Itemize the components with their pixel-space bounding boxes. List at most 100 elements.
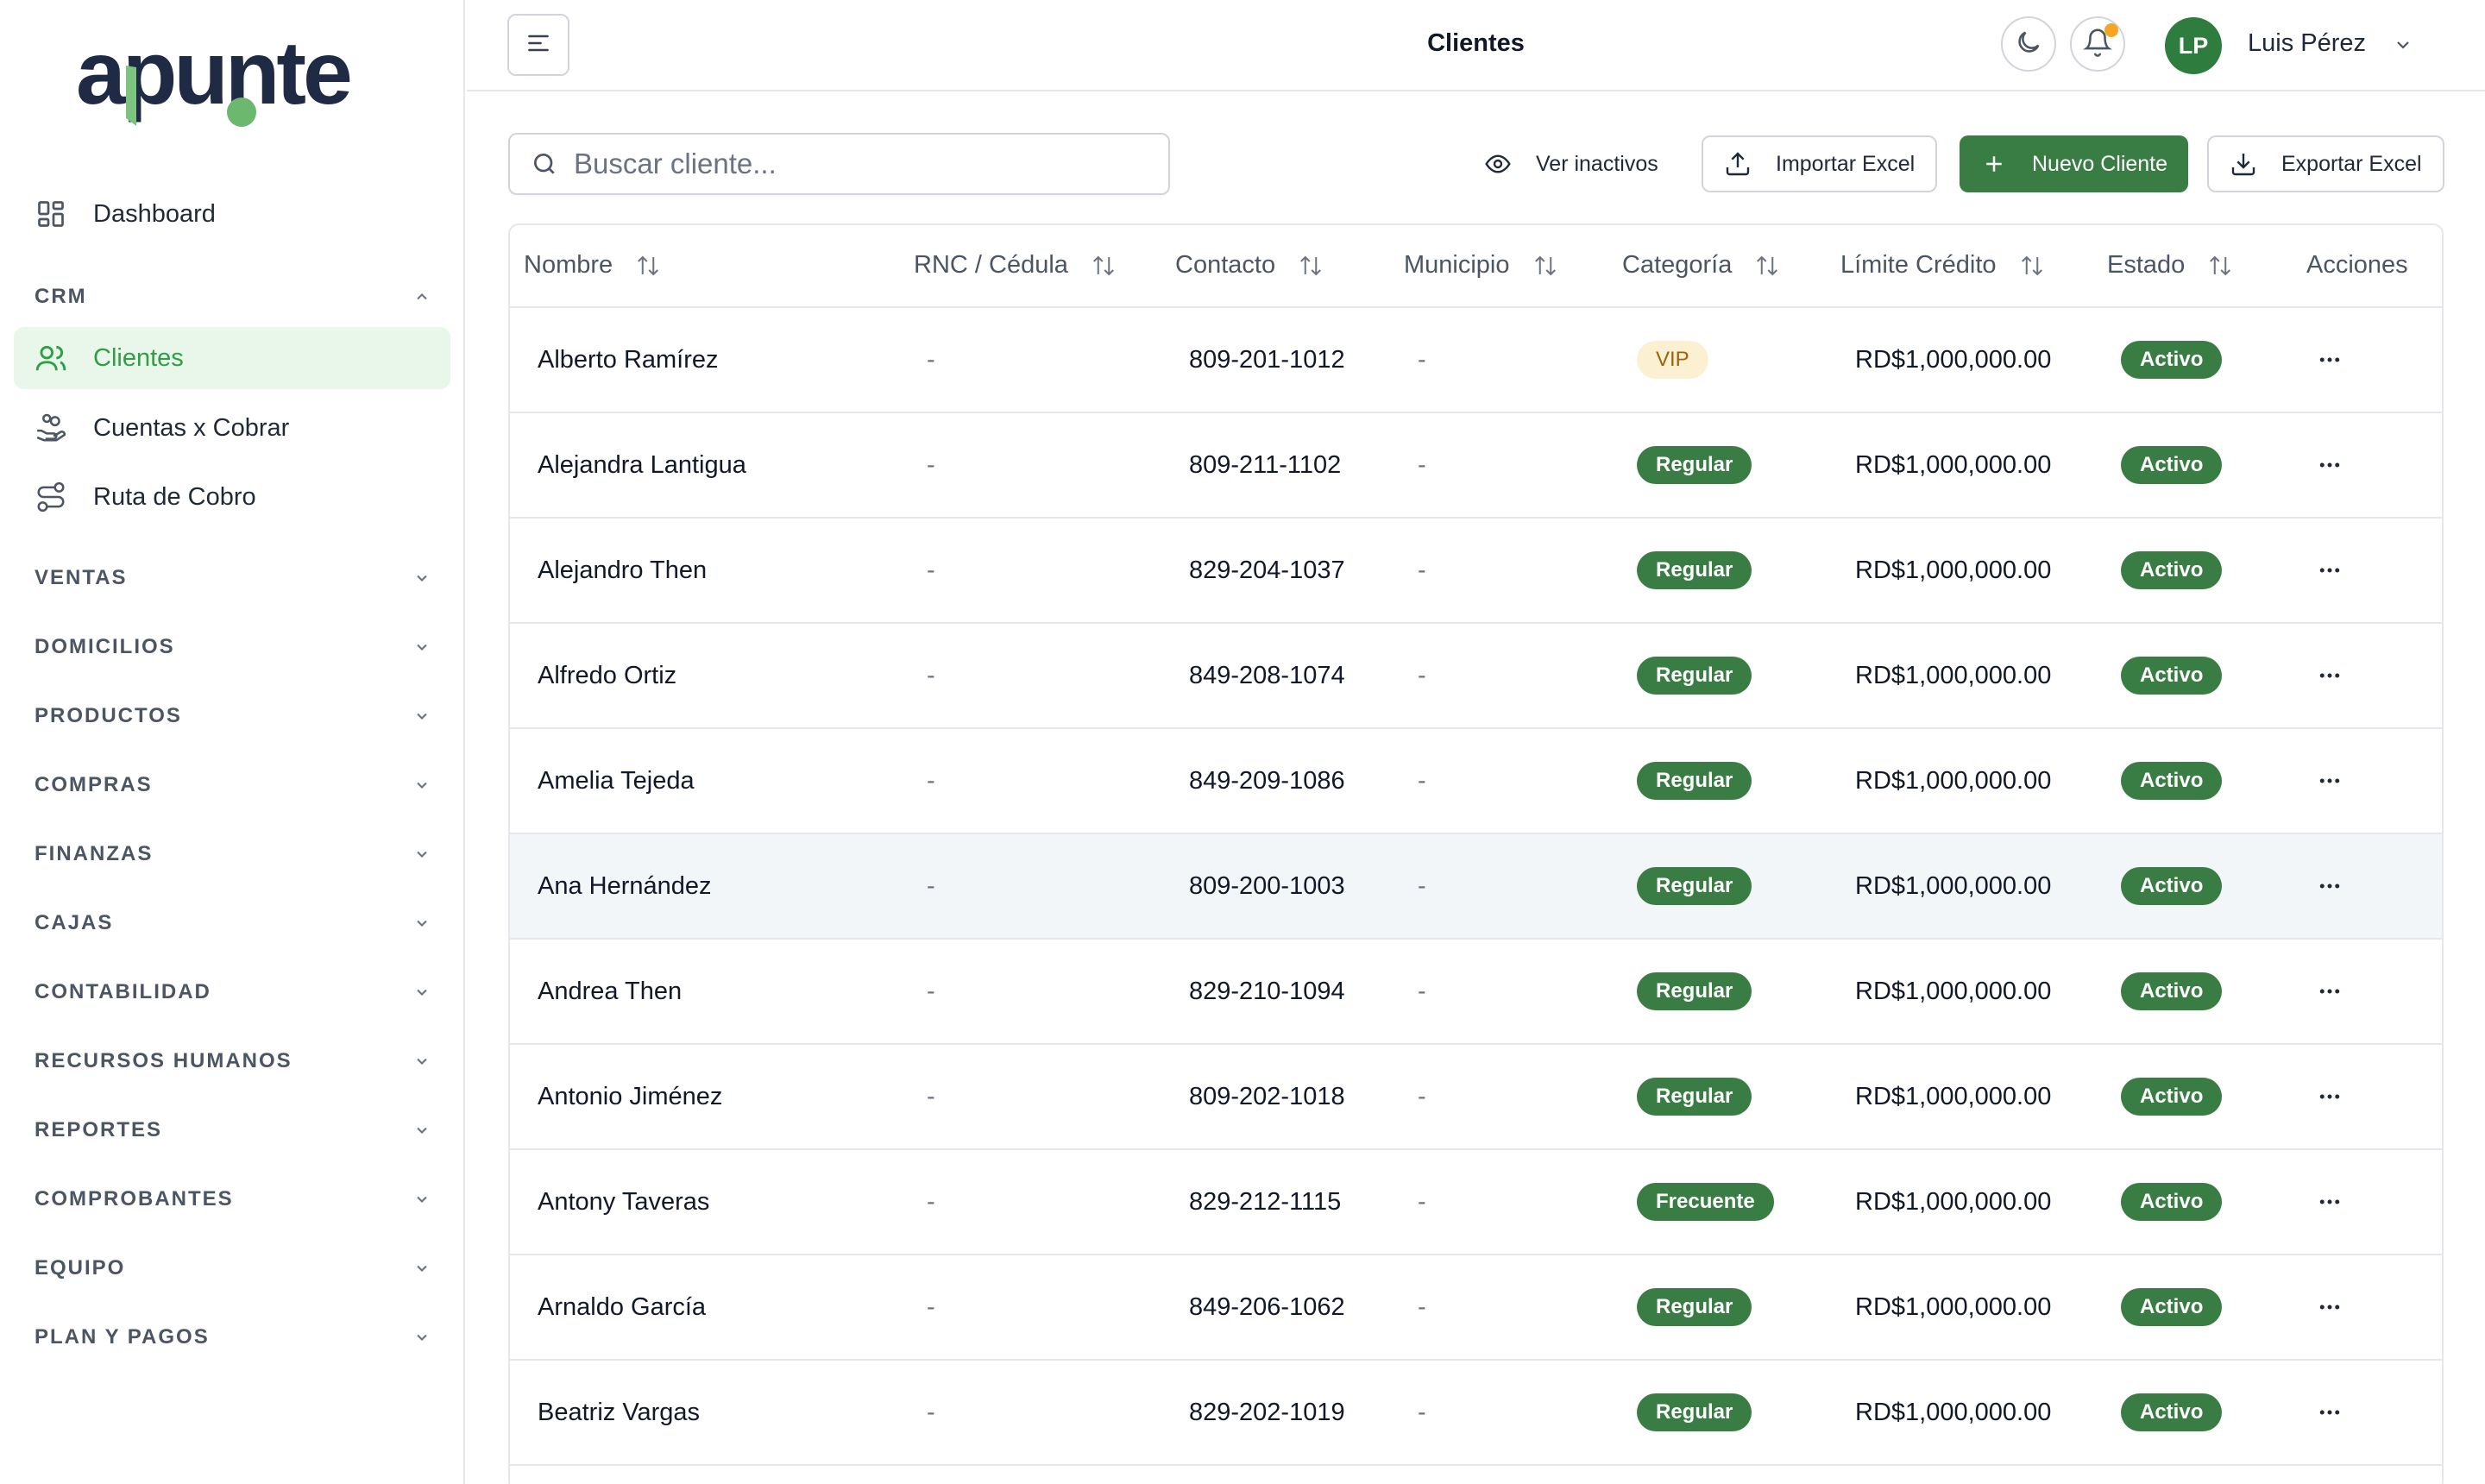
sidebar-section-compras[interactable]: COMPRAS [35,768,431,802]
cell-municipio: - [1418,1082,1426,1110]
row-actions-button[interactable] [2312,1185,2347,1219]
cell-contacto: 829-210-1094 [1189,977,1345,1005]
search-icon [529,148,560,179]
chevron-down-icon [412,1052,431,1071]
sort-icon [2207,253,2233,279]
category-badge: Regular [1637,867,1752,905]
section-label: PLAN Y PAGOS [35,1325,210,1349]
more-horizontal-icon [2319,1094,2340,1099]
chevron-up-icon [412,287,431,306]
sidebar-section-recursos-humanos[interactable]: RECURSOS HUMANOS [35,1044,431,1078]
more-horizontal-icon [2319,568,2340,573]
status-badge: Activo [2121,972,2223,1010]
column-header-estado[interactable]: Estado [2107,251,2233,280]
status-badge: Activo [2121,1183,2223,1221]
search-input[interactable] [574,148,1126,180]
row-actions-button[interactable] [2312,658,2347,693]
row-actions-button[interactable] [2312,974,2347,1009]
column-header-municipio[interactable]: Municipio [1404,251,1558,280]
cell-limite-credito: RD$1,000,000.00 [1855,661,2052,689]
category-badge: Regular [1637,551,1752,589]
column-label: Categoría [1622,251,1733,279]
cell-nombre: Antonio Jiménez [538,1082,723,1110]
sidebar-section-comprobantes[interactable]: COMPROBANTES [35,1182,431,1217]
sidebar-section-productos[interactable]: PRODUCTOS [35,699,431,733]
cell-contacto: 829-202-1019 [1189,1398,1345,1426]
notification-dot [2104,23,2118,37]
chevron-down-icon[interactable] [2393,35,2413,55]
sidebar-section-cajas[interactable]: CAJAS [35,906,431,940]
table-row[interactable]: Alejandro Then - 829-204-1037 - Regular RD$1,… [510,519,2442,624]
cell-municipio: - [1418,1398,1426,1426]
sidebar-section-ventas[interactable]: VENTAS [35,561,431,595]
sidebar-item-clientes[interactable]: Clientes [14,327,450,389]
chevron-down-icon [412,1121,431,1140]
sidebar-section-equipo[interactable]: EQUIPO [35,1251,431,1286]
chevron-down-icon [412,569,431,588]
row-actions-button[interactable] [2312,1290,2347,1324]
column-header-rnc-cedula[interactable]: RNC / Cédula [914,251,1117,280]
cell-limite-credito: RD$1,000,000.00 [1855,1398,2052,1426]
chevron-down-icon [412,914,431,933]
column-header-nombre[interactable]: Nombre [524,251,661,280]
sidebar-section-plan-y-pagos[interactable]: PLAN Y PAGOS [35,1320,431,1355]
table-row[interactable]: Beatriz Vargas - 829-202-1019 - Regular RD$1,… [510,1361,2442,1466]
sidebar-item-cuentas-x-cobrar[interactable]: Cuentas x Cobrar [14,397,450,459]
export-excel-button[interactable]: Exportar Excel [2207,135,2444,192]
sidebar-section-reportes[interactable]: REPORTES [35,1113,431,1148]
row-actions-button[interactable] [2312,343,2347,377]
row-actions-button[interactable] [2312,1395,2347,1430]
column-label: Estado [2107,251,2186,279]
table-row[interactable]: Antonio Jiménez - 809-202-1018 - Regular RD$1… [510,1045,2442,1150]
apunte-logo[interactable]: apunte [76,36,392,140]
table-row[interactable]: Alejandra Lantigua - 809-211-1102 - Regular R… [510,413,2442,519]
dark-mode-toggle-button[interactable] [2001,16,2056,72]
cell-nombre: Antony Taveras [538,1187,710,1216]
column-header-limite-credito[interactable]: Límite Crédito [1840,251,2045,280]
table-row[interactable]: Amelia Tejeda - 849-209-1086 - Regular RD$1,0… [510,729,2442,834]
import-excel-label: Importar Excel [1776,151,1916,176]
column-header-contacto[interactable]: Contacto [1175,251,1324,280]
table-row[interactable]: Arnaldo García - 849-206-1062 - Regular RD$1,… [510,1255,2442,1361]
table-row[interactable]: Alfredo Ortiz - 849-208-1074 - Regular RD$1,0… [510,624,2442,729]
column-label: Contacto [1175,251,1276,279]
column-header-categoria[interactable]: Categoría [1622,251,1780,280]
sidebar-item-ruta-de-cobro[interactable]: Ruta de Cobro [14,466,450,528]
row-actions-button[interactable] [2312,764,2347,798]
view-inactive-button[interactable]: Ver inactivos [1463,135,1679,192]
sidebar-section-finanzas[interactable]: FINANZAS [35,837,431,871]
user-name[interactable]: Luis Pérez [2248,29,2366,58]
avatar[interactable]: LP [2165,17,2222,74]
cell-municipio: - [1418,1187,1426,1216]
status-badge: Activo [2121,446,2223,484]
sort-icon [1754,253,1780,279]
row-actions-button[interactable] [2312,448,2347,482]
table-row[interactable]: Alberto Ramírez - 809-201-1012 - VIP RD$1,000… [510,308,2442,413]
sidebar-section-crm[interactable]: CRM [35,280,431,314]
sidebar-item-label: Dashboard [93,199,216,228]
notifications-button[interactable] [2070,16,2125,72]
hand-coins-icon [35,412,67,444]
search-box[interactable] [508,133,1170,195]
row-actions-button[interactable] [2312,869,2347,903]
table-row[interactable]: Antony Taveras - 829-212-1115 - Frecuente RD$… [510,1150,2442,1255]
section-label: DOMICILIOS [35,635,175,658]
sidebar-section-domicilios[interactable]: DOMICILIOS [35,630,431,664]
logo-wordmark: apunte [76,36,350,123]
cell-municipio: - [1418,661,1426,689]
column-label: Acciones [2306,251,2408,279]
cell-municipio: - [1418,556,1426,584]
new-client-button[interactable]: Nuevo Cliente [1960,135,2189,192]
sidebar-item-dashboard[interactable]: Dashboard [14,183,450,245]
sidebar-section-contabilidad[interactable]: CONTABILIDAD [35,975,431,1009]
sidebar: apunte Dashboard CRM Clientes Cuentas x … [0,0,465,1484]
cell-contacto: 809-202-1018 [1189,1082,1345,1110]
table-row[interactable]: Andrea Then - 829-210-1094 - Regular RD$1,000… [510,940,2442,1045]
row-actions-button[interactable] [2312,553,2347,588]
eye-icon [1484,150,1512,178]
row-actions-button[interactable] [2312,1079,2347,1114]
import-excel-button[interactable]: Importar Excel [1702,135,1938,192]
table-row[interactable]: Ana Hernández - 809-200-1003 - Regular RD$1,0… [510,834,2442,940]
more-horizontal-icon [2319,778,2340,783]
category-badge: VIP [1637,341,1708,379]
